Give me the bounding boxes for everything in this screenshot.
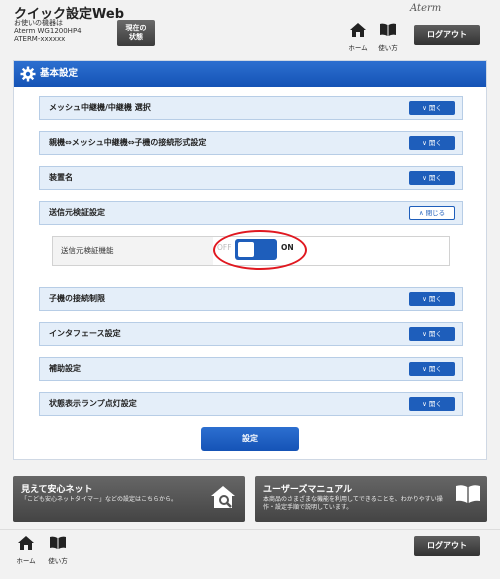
row-label: メッシュ中継機/中継機 選択 bbox=[49, 103, 151, 112]
apply-button[interactable]: 設定 bbox=[201, 427, 299, 451]
footer-manual-button[interactable]: 使い方 bbox=[44, 535, 72, 567]
banner-title: 見えて安心ネット bbox=[21, 485, 93, 495]
banner-description-line2: 作・設定手順で説明しています。 bbox=[263, 504, 353, 511]
footer-divider bbox=[0, 529, 500, 530]
device-id: ATERM-xxxxxx bbox=[14, 35, 66, 43]
open-button-label: 開く bbox=[428, 174, 442, 182]
home-label: ホーム bbox=[348, 44, 368, 52]
device-info: お使いの機器は Aterm WG1200HP4 ATERM-xxxxxx bbox=[14, 19, 82, 43]
banner-description-line1: 本商品のさまざまな機能を利用してできることを、わかりやすい操 bbox=[263, 496, 443, 503]
chevron-down-icon: ∨ bbox=[422, 365, 429, 373]
row-label: 送信元検証設定 bbox=[49, 208, 105, 217]
chevron-down-icon: ∨ bbox=[422, 330, 429, 338]
row-connection-type[interactable]: 親機⇔メッシュ中継機⇔子機の接続形式設定 ∨ 開く bbox=[39, 131, 463, 155]
toggle-off-label: OFF bbox=[217, 243, 232, 252]
row-label: 補助設定 bbox=[49, 364, 81, 373]
home-button[interactable]: ホーム bbox=[344, 22, 372, 54]
house-search-icon bbox=[211, 486, 235, 508]
row-label: 装置名 bbox=[49, 173, 73, 182]
row-status-lamp[interactable]: 状態表示ランプ点灯設定 ∨ 開く bbox=[39, 392, 463, 416]
status-button-line2: 状態 bbox=[129, 33, 143, 41]
source-verification-toggle[interactable]: OFF ON bbox=[213, 230, 307, 270]
row-mesh-repeater-select[interactable]: メッシュ中継機/中継機 選択 ∨ 開く bbox=[39, 96, 463, 120]
row-auxiliary-settings[interactable]: 補助設定 ∨ 開く bbox=[39, 357, 463, 381]
open-button[interactable]: ∨ 開く bbox=[409, 101, 455, 115]
open-button-label: 開く bbox=[428, 104, 442, 112]
open-button[interactable]: ∨ 開く bbox=[409, 327, 455, 341]
manual-label: 使い方 bbox=[48, 557, 68, 565]
chevron-down-icon: ∨ bbox=[422, 400, 429, 408]
chevron-down-icon: ∨ bbox=[422, 174, 429, 182]
row-interface-settings[interactable]: インタフェース設定 ∨ 開く bbox=[39, 322, 463, 346]
logout-button[interactable]: ログアウト bbox=[414, 25, 480, 45]
toggle-knob bbox=[238, 242, 254, 257]
row-label: 親機⇔メッシュ中継機⇔子機の接続形式設定 bbox=[49, 138, 207, 147]
footer-logout-button[interactable]: ログアウト bbox=[414, 536, 480, 556]
banner-description: 「こども安心ネットタイマー」などの設定はこちらから。 bbox=[21, 496, 178, 503]
close-button[interactable]: ∧ 閉じる bbox=[409, 206, 455, 220]
manual-label: 使い方 bbox=[378, 44, 398, 52]
toggle-on-label: ON bbox=[281, 243, 294, 252]
chevron-down-icon: ∨ bbox=[422, 295, 429, 303]
book-icon bbox=[50, 536, 66, 549]
toggle-switch[interactable] bbox=[235, 239, 277, 260]
book-icon bbox=[380, 23, 396, 36]
current-status-button[interactable]: 現在の 状態 bbox=[117, 20, 155, 46]
status-button-line1: 現在の bbox=[125, 24, 147, 32]
home-label: ホーム bbox=[16, 557, 36, 565]
chevron-down-icon: ∨ bbox=[422, 104, 429, 112]
banner-description: 本商品のさまざまな機能を利用してできることを、わかりやすい操 作・設定手順で説明… bbox=[263, 496, 443, 512]
open-button-label: 開く bbox=[428, 295, 442, 303]
row-label: インタフェース設定 bbox=[49, 329, 121, 338]
manual-button[interactable]: 使い方 bbox=[374, 22, 402, 54]
banner-title: ユーザーズマニュアル bbox=[263, 485, 353, 495]
open-button[interactable]: ∨ 開く bbox=[409, 136, 455, 150]
row-label: 子機の接続制限 bbox=[49, 294, 105, 303]
gear-icon bbox=[20, 66, 36, 82]
open-button-label: 開く bbox=[428, 400, 442, 408]
open-button-label: 開く bbox=[428, 330, 442, 338]
users-manual-banner[interactable]: ユーザーズマニュアル 本商品のさまざまな機能を利用してできることを、わかりやすい… bbox=[255, 476, 487, 522]
source-verification-label: 送信元検証機能 bbox=[53, 237, 213, 265]
row-label: 状態表示ランプ点灯設定 bbox=[49, 399, 137, 408]
device-label: お使いの機器は bbox=[14, 19, 63, 27]
home-icon bbox=[350, 23, 366, 37]
row-source-verification[interactable]: 送信元検証設定 ∧ 閉じる bbox=[39, 201, 463, 225]
close-button-label: 閉じる bbox=[425, 209, 446, 217]
chevron-up-icon: ∧ bbox=[418, 209, 426, 217]
open-button-label: 開く bbox=[428, 139, 442, 147]
open-button-label: 開く bbox=[428, 365, 442, 373]
chevron-down-icon: ∨ bbox=[422, 139, 429, 147]
row-device-name[interactable]: 装置名 ∨ 開く bbox=[39, 166, 463, 190]
row-client-restriction[interactable]: 子機の接続制限 ∨ 開く bbox=[39, 287, 463, 311]
open-button[interactable]: ∨ 開く bbox=[409, 171, 455, 185]
home-icon bbox=[18, 536, 34, 550]
open-button[interactable]: ∨ 開く bbox=[409, 397, 455, 411]
panel-title: 基本設定 bbox=[40, 68, 79, 79]
open-button[interactable]: ∨ 開く bbox=[409, 292, 455, 306]
footer-home-button[interactable]: ホーム bbox=[12, 535, 40, 567]
open-button[interactable]: ∨ 開く bbox=[409, 362, 455, 376]
brand-logo: Aterm bbox=[410, 3, 442, 14]
device-model: Aterm WG1200HP4 bbox=[14, 27, 82, 35]
header: クイック設定Web お使いの機器は Aterm WG1200HP4 ATERM-… bbox=[0, 0, 500, 52]
open-book-icon bbox=[456, 485, 480, 503]
panel-header: 基本設定 bbox=[14, 61, 486, 87]
mieteanshin-banner[interactable]: 見えて安心ネット 「こども安心ネットタイマー」などの設定はこちらから。 bbox=[13, 476, 245, 522]
